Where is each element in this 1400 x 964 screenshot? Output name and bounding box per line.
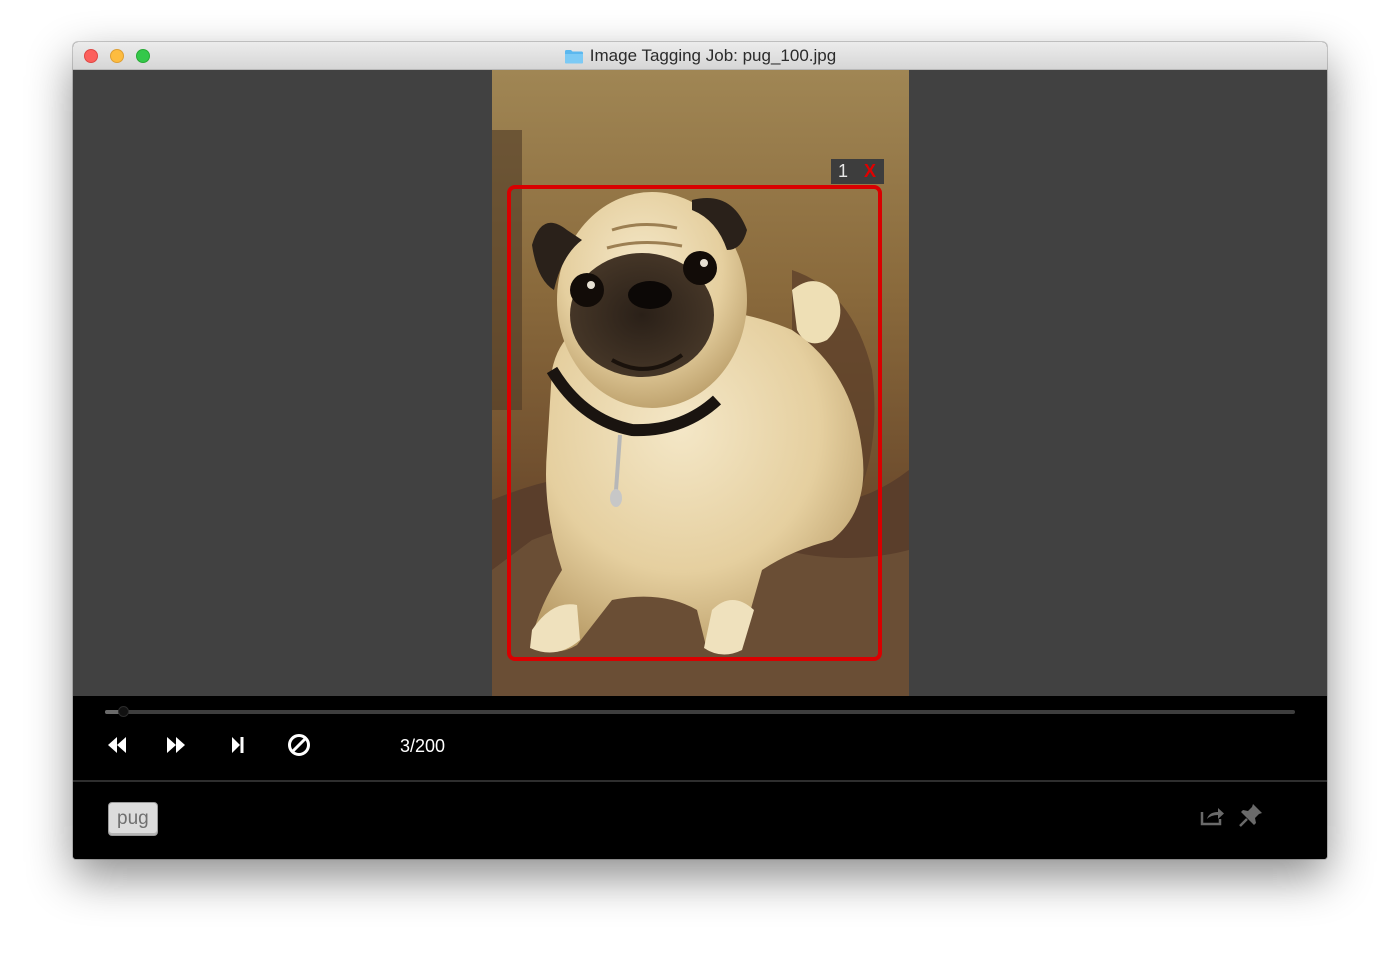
export-button[interactable] <box>1199 802 1227 828</box>
progress-track[interactable] <box>105 710 1295 714</box>
skip-image-button[interactable] <box>284 732 314 758</box>
image-counter: 3/200 <box>400 736 446 756</box>
tag-bar: pug <box>73 782 1327 859</box>
pin-icon <box>1239 804 1262 827</box>
region-index: 1 <box>838 161 849 181</box>
title-bar[interactable]: Image Tagging Job: pug_100.jpg <box>73 42 1327 70</box>
window-title-group: Image Tagging Job: pug_100.jpg <box>73 42 1327 70</box>
window-title: Image Tagging Job: pug_100.jpg <box>589 46 837 65</box>
rewind-icon <box>108 737 126 753</box>
app-window: Image Tagging Job: pug_100.jpg 1 X 3/200… <box>73 42 1327 859</box>
playback-controls: 3/200 <box>73 696 1327 780</box>
folder-icon <box>564 49 583 63</box>
bounding-box[interactable] <box>507 185 882 661</box>
previous-button[interactable] <box>102 732 132 758</box>
tagged-image[interactable]: 1 X <box>492 70 909 696</box>
next-button[interactable] <box>161 732 191 758</box>
image-stage[interactable]: 1 X <box>73 70 1327 696</box>
fast-forward-icon <box>167 737 185 753</box>
progress-thumb[interactable] <box>117 706 129 717</box>
export-icon <box>1200 808 1224 826</box>
delete-region-button[interactable]: X <box>864 161 876 182</box>
bounding-box-label: 1 X <box>831 159 884 184</box>
skip-to-end-button[interactable] <box>223 732 253 758</box>
tag-chip-pug[interactable]: pug <box>108 802 158 836</box>
no-entry-icon <box>288 734 310 756</box>
pin-button[interactable] <box>1237 802 1265 828</box>
skip-to-end-icon <box>232 737 244 753</box>
